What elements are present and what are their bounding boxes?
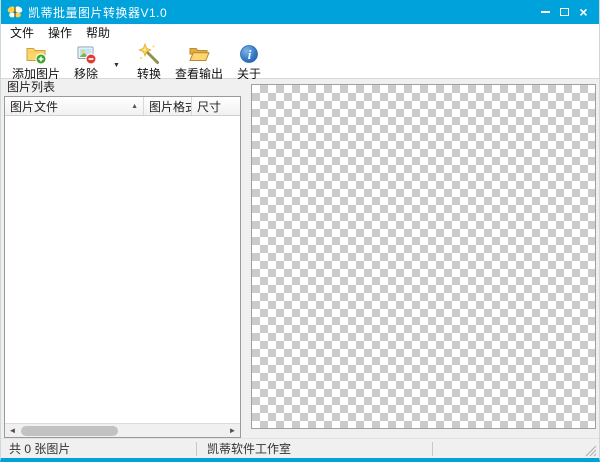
- view-output-button[interactable]: 查看输出: [170, 42, 228, 82]
- image-list-table: 图片文件 ▲ 图片格式 尺寸 ◄ ►: [4, 96, 241, 438]
- window-title: 凯蒂批量图片转换器V1.0: [28, 5, 168, 20]
- status-image-count: 共 0 张图片: [1, 439, 196, 458]
- add-images-folder-plus-icon: [26, 48, 47, 65]
- menu-help-label: 帮助: [86, 26, 111, 40]
- column-header-image-format-label: 图片格式: [149, 99, 191, 114]
- image-list-body-empty[interactable]: [5, 116, 240, 423]
- statusbar: 共 0 张图片 凯蒂软件工作室: [1, 438, 599, 458]
- minimize-icon: [541, 11, 550, 13]
- image-list-title: 图片列表: [7, 80, 56, 94]
- close-button[interactable]: ×: [574, 2, 593, 22]
- app-window: 凯蒂批量图片转换器V1.0 × 文件 操作 帮助 添加图片 移除 ▼ 转换 查看…: [0, 0, 600, 462]
- add-images-button[interactable]: 添加图片: [7, 42, 65, 82]
- status-empty-section: [433, 439, 599, 458]
- status-studio-label: 凯蒂软件工作室: [207, 442, 292, 456]
- window-controls: ×: [536, 2, 593, 22]
- view-output-open-folder-icon: [189, 48, 210, 61]
- status-studio: 凯蒂软件工作室: [197, 439, 432, 458]
- menu-file-label: 文件: [10, 26, 35, 40]
- menu-file[interactable]: 文件: [3, 24, 41, 41]
- main-content: 图片列表 图片文件 ▲ 图片格式 尺寸 ◄: [1, 79, 599, 438]
- about-button[interactable]: i 关于: [232, 42, 266, 82]
- maximize-icon: [560, 8, 569, 16]
- scroll-left-arrow-icon[interactable]: ◄: [5, 424, 20, 438]
- image-list-header-row: 图片文件 ▲ 图片格式 尺寸: [5, 97, 240, 116]
- remove-dropdown-arrow-icon[interactable]: ▼: [107, 62, 126, 69]
- convert-button[interactable]: 转换: [132, 42, 166, 82]
- menu-operation[interactable]: 操作: [41, 24, 79, 41]
- column-header-image-file[interactable]: 图片文件 ▲: [5, 97, 144, 115]
- menu-help[interactable]: 帮助: [79, 24, 117, 41]
- minimize-button[interactable]: [536, 2, 555, 22]
- column-header-image-format[interactable]: 图片格式: [144, 97, 192, 115]
- preview-checkerboard-pane: [251, 84, 596, 429]
- convert-magic-wand-icon: [138, 43, 159, 64]
- scrollbar-thumb[interactable]: [21, 426, 118, 436]
- toolbar: 添加图片 移除 ▼ 转换 查看输出 i 关于: [1, 41, 599, 82]
- menu-operation-label: 操作: [48, 26, 73, 40]
- remove-button[interactable]: 移除: [69, 42, 103, 82]
- menubar: 文件 操作 帮助: [1, 24, 599, 41]
- close-icon: ×: [579, 4, 588, 20]
- image-list-pane: 图片列表 图片文件 ▲ 图片格式 尺寸 ◄: [4, 79, 241, 438]
- column-header-size[interactable]: 尺寸: [192, 97, 240, 115]
- maximize-button[interactable]: [555, 2, 574, 22]
- status-image-count-label: 共 0 张图片: [9, 442, 71, 456]
- remove-image-minus-icon: [77, 46, 97, 65]
- column-header-size-label: 尺寸: [197, 99, 222, 114]
- titlebar: 凯蒂批量图片转换器V1.0 ×: [1, 0, 599, 24]
- about-info-icon: i: [240, 45, 258, 63]
- column-header-image-file-label: 图片文件: [10, 99, 59, 114]
- resize-grip-icon[interactable]: [584, 444, 597, 457]
- svg-text:i: i: [248, 47, 252, 62]
- sort-asc-icon: ▲: [131, 102, 138, 110]
- scroll-right-arrow-icon[interactable]: ►: [225, 424, 240, 438]
- horizontal-scrollbar[interactable]: ◄ ►: [5, 423, 240, 437]
- app-logo-butterfly-icon: [7, 6, 23, 18]
